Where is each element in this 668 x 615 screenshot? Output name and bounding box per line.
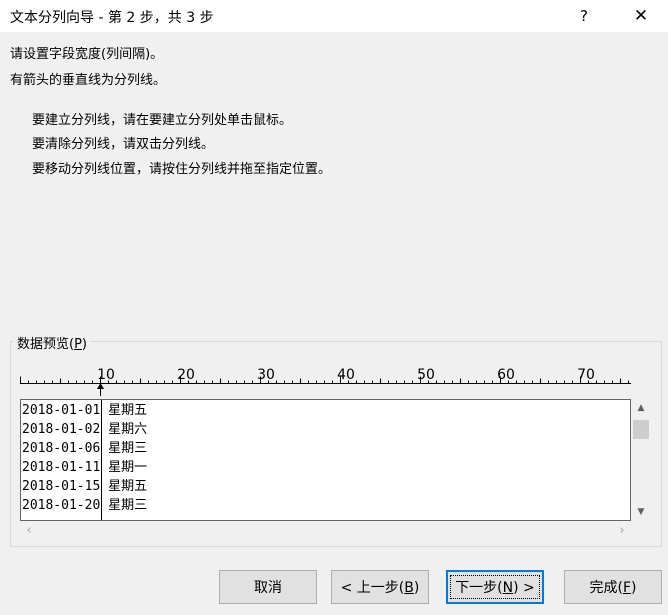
scroll-thumb[interactable] — [633, 420, 649, 439]
day-cell: 星期五 — [108, 479, 148, 494]
table-row: 2018-01-02 星期六 — [22, 420, 147, 439]
table-row: 2018-01-15 星期五 — [22, 477, 147, 496]
scroll-right-icon[interactable]: › — [613, 521, 631, 541]
window-title: 文本分列向导 - 第 2 步，共 3 步 — [10, 10, 214, 26]
back-button[interactable]: < 上一步(B) — [331, 570, 429, 604]
scroll-down-icon[interactable]: ▼ — [631, 503, 651, 521]
date-cell: 2018-01-01 — [22, 403, 101, 418]
tip-clear-break: 要清除分列线，请双击分列线。 — [32, 137, 215, 152]
day-cell: 星期三 — [108, 441, 148, 456]
scroll-up-icon[interactable]: ▲ — [631, 399, 651, 417]
day-cell: 星期六 — [108, 422, 148, 437]
day-cell: 星期五 — [108, 403, 148, 418]
day-cell: 星期三 — [108, 498, 148, 513]
title-bar: 文本分列向导 - 第 2 步，共 3 步 ? ✕ — [0, 0, 668, 32]
column-ruler[interactable]: 10 20 30 40 50 60 70 — [20, 364, 632, 396]
table-row: 2018-01-11 星期一 — [22, 458, 147, 477]
horizontal-scrollbar[interactable]: ‹ › — [20, 521, 631, 541]
ruler-tick-label: 20 — [177, 367, 195, 383]
cancel-button[interactable]: 取消 — [219, 570, 317, 604]
tip-create-break: 要建立分列线，请在要建立分列处单击鼠标。 — [32, 113, 293, 128]
scroll-left-icon[interactable]: ‹ — [20, 521, 38, 541]
instruction-line-1: 请设置字段宽度(列间隔)。 — [10, 47, 164, 62]
help-button[interactable]: ? — [569, 4, 599, 28]
column-break-arrow[interactable] — [97, 383, 104, 396]
vertical-scrollbar[interactable]: ▲ ▼ — [631, 399, 651, 521]
ruler-tick-label: 60 — [497, 367, 515, 383]
data-preview-label: 数据预览(P) — [14, 333, 90, 352]
finish-button[interactable]: 完成(F) — [564, 570, 662, 604]
ruler-tick-label: 40 — [337, 367, 355, 383]
date-cell: 2018-01-20 — [22, 498, 101, 513]
date-cell: 2018-01-02 — [22, 422, 101, 437]
close-button[interactable]: ✕ — [626, 4, 656, 28]
ruler-tick-label: 30 — [257, 367, 275, 383]
date-cell: 2018-01-11 — [22, 460, 101, 475]
table-row: 2018-01-01 星期五 — [22, 401, 147, 420]
date-cell: 2018-01-15 — [22, 479, 101, 494]
table-row: 2018-01-20 星期三 — [22, 496, 147, 515]
instruction-line-2: 有箭头的垂直线为分列线。 — [10, 73, 167, 88]
table-row: 2018-01-06 星期三 — [22, 439, 147, 458]
ruler-tick-label: 50 — [417, 367, 435, 383]
tip-move-break: 要移动分列线位置，请按住分列线并拖至指定位置。 — [32, 162, 332, 177]
ruler-tick-label: 70 — [577, 367, 595, 383]
data-preview-pane[interactable]: 2018-01-01 星期五 2018-01-02 星期六 2018-01-06… — [20, 399, 631, 521]
day-cell: 星期一 — [108, 460, 148, 475]
next-button[interactable]: 下一步(N) > — [446, 570, 544, 604]
column-break-line[interactable] — [101, 400, 102, 520]
date-cell: 2018-01-06 — [22, 441, 101, 456]
ruler-tick-label: 10 — [97, 367, 115, 383]
